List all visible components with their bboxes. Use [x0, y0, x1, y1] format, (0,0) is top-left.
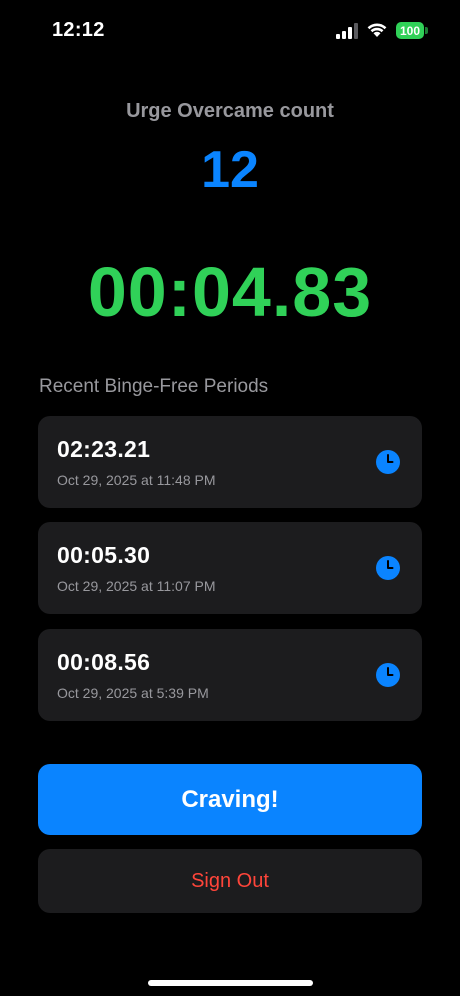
clock-icon — [376, 663, 400, 687]
period-duration: 00:08.56 — [57, 649, 151, 675]
battery-nub — [425, 27, 428, 34]
urge-count-label: Urge Overcame count — [126, 100, 334, 122]
battery-level: 100 — [399, 23, 421, 38]
period-card[interactable]: 00:08.56 Oct 29, 2025 at 5:39 PM — [38, 629, 422, 721]
clock-icon — [376, 556, 400, 580]
period-card[interactable]: 02:23.21 Oct 29, 2025 at 11:48 PM — [38, 416, 422, 508]
craving-button[interactable]: Craving! — [38, 764, 422, 835]
period-card[interactable]: 00:05.30 Oct 29, 2025 at 11:07 PM — [38, 522, 422, 614]
period-date: Oct 29, 2025 at 5:39 PM — [57, 685, 209, 701]
app-screen: 12:12 100 Urge Overcame count 12 00:04.8… — [0, 0, 460, 996]
recent-periods-title: Recent Binge-Free Periods — [39, 376, 269, 397]
battery-icon: 100 — [396, 22, 424, 39]
urge-count-value: 12 — [201, 141, 259, 199]
status-time: 12:12 — [52, 19, 105, 41]
clock-icon — [376, 450, 400, 474]
wifi-icon — [367, 23, 387, 37]
cellular-signal-icon — [336, 23, 358, 39]
period-date: Oct 29, 2025 at 11:48 PM — [57, 472, 216, 488]
home-indicator[interactable] — [148, 980, 313, 986]
period-duration: 02:23.21 — [57, 436, 151, 462]
sign-out-button[interactable]: Sign Out — [38, 849, 422, 913]
status-bar: 12:12 100 — [0, 0, 460, 62]
period-duration: 00:05.30 — [57, 542, 151, 568]
period-date: Oct 29, 2025 at 11:07 PM — [57, 578, 216, 594]
binge-free-timer: 00:04.83 — [87, 253, 373, 331]
